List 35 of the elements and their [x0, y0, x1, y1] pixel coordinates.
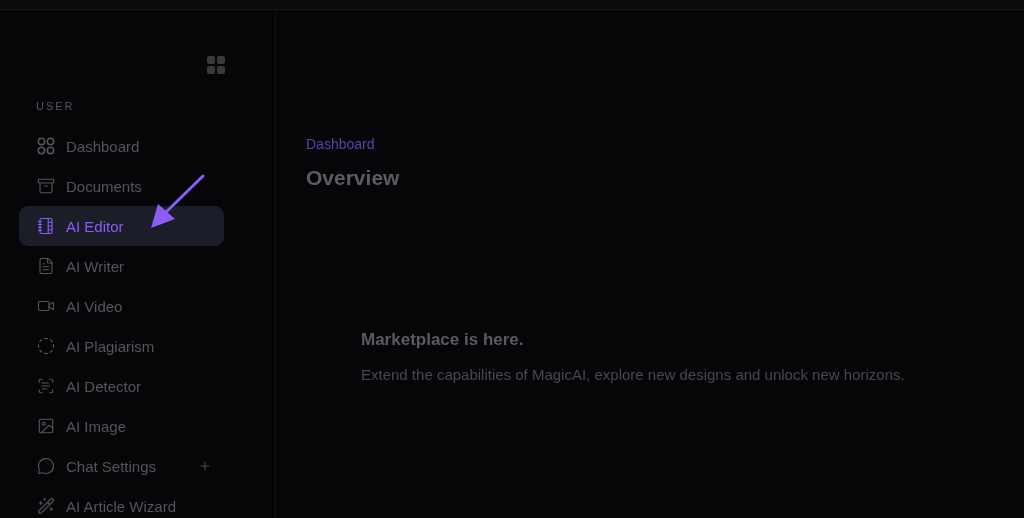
sidebar-item[interactable]: AI Video	[19, 286, 224, 326]
notebook-icon	[37, 217, 55, 235]
sidebar-item[interactable]: AI Image	[19, 406, 224, 446]
dashboard-icon	[37, 137, 55, 155]
item-label: AI Video	[66, 297, 124, 315]
page-title: Overview	[306, 166, 401, 190]
sidebar-item[interactable]: AI Plagiarism	[19, 326, 224, 366]
item-label: AI Image	[66, 417, 128, 435]
sidebar-item[interactable]: AI Writer	[19, 246, 224, 286]
section-label: USER	[36, 100, 76, 112]
banner-heading: Marketplace is here.	[361, 330, 525, 350]
sidebar-item[interactable]: Chat Settings	[19, 446, 224, 486]
item-label: AI Writer	[66, 257, 126, 275]
apps-grid-icon[interactable]	[207, 56, 227, 74]
item-label: Dashboard	[66, 137, 141, 155]
document-icon	[37, 257, 55, 275]
item-label: AI Plagiarism	[66, 337, 156, 355]
breadcrumb-link[interactable]: Dashboard	[306, 136, 375, 152]
wand-icon	[37, 497, 55, 515]
sidebar-item[interactable]: AI Article Wizard	[19, 486, 224, 518]
item-label: AI Detector	[66, 377, 143, 395]
archive-icon	[37, 177, 55, 195]
banner-text: Extend the capabilities of MagicAI, explore new designs and unlock new horizons.	[361, 366, 906, 383]
item-label: AI Editor	[66, 217, 125, 235]
chat-bubble-icon	[37, 457, 55, 475]
sidebar-item[interactable]: AI Detector	[19, 366, 224, 406]
item-label: Chat Settings	[66, 457, 158, 475]
item-label: Documents	[66, 177, 143, 195]
sidebar-item[interactable]: AI Editor	[19, 206, 224, 246]
scan-text-icon	[37, 377, 55, 395]
sidebar-item[interactable]: Dashboard	[19, 126, 224, 166]
image-icon	[37, 417, 55, 435]
sidebar-item[interactable]: Documents	[19, 166, 224, 206]
item-label: AI Article Wizard	[66, 497, 178, 515]
plus-icon[interactable]	[198, 459, 212, 473]
